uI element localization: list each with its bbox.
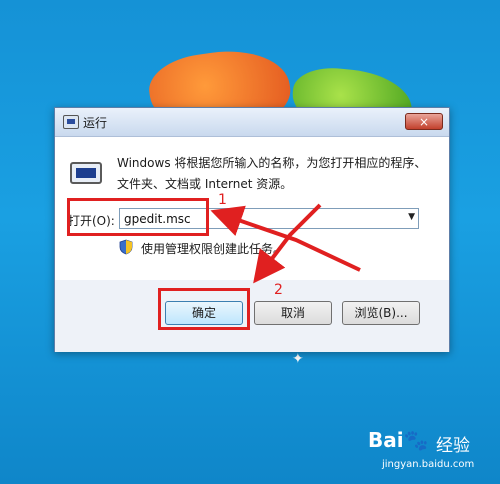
annotation-step-1: 1 (218, 192, 227, 208)
watermark-url: jingyan.baidu.com (382, 459, 475, 470)
baidu-logo: Bai🐾 (368, 428, 429, 452)
watermark-brand: 经验 (436, 436, 470, 456)
baidu-watermark: Bai🐾 经验 jingyan.baidu.com (368, 426, 496, 480)
annotation-arrows (210, 203, 361, 284)
annotation-step-2: 2 (274, 282, 283, 298)
arrow-step-1 (210, 205, 361, 272)
arrow-step-2 (253, 203, 322, 284)
